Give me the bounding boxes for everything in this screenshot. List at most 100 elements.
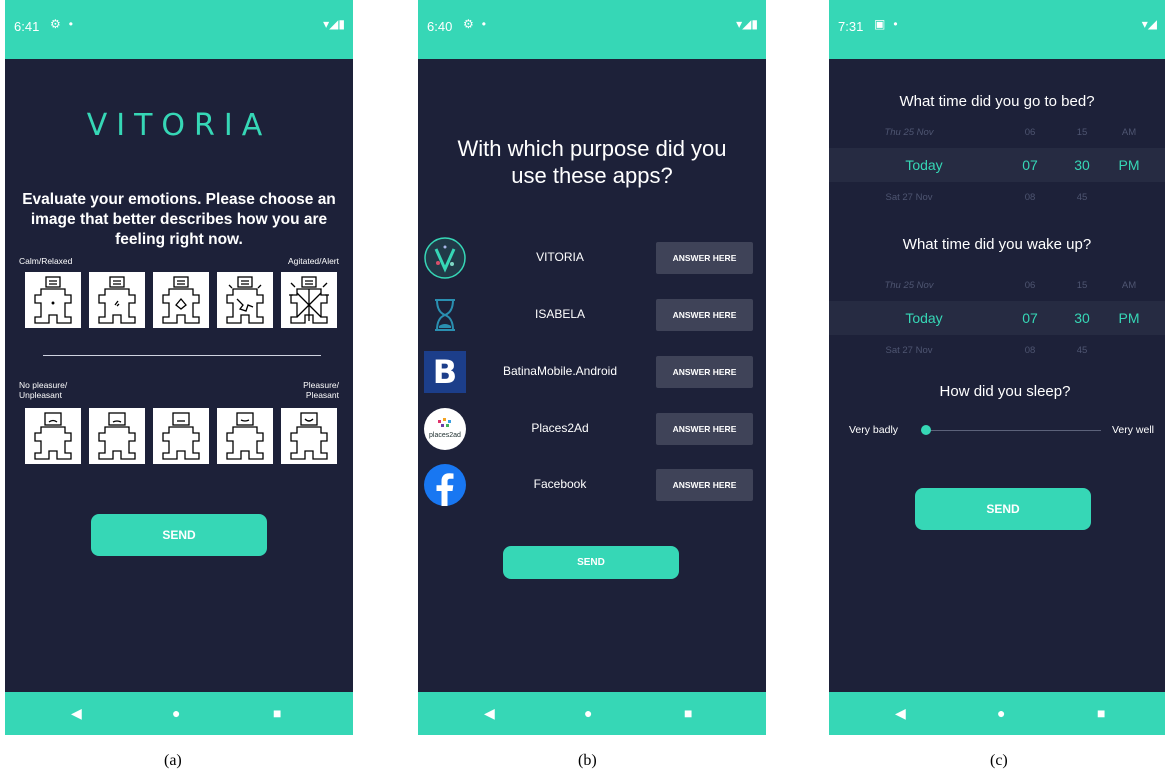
valence-option-1[interactable]: [25, 408, 81, 464]
letter-b-glyph: B: [432, 353, 458, 391]
sleep-slider-thumb[interactable]: [921, 425, 931, 435]
status-time: 7:31: [838, 19, 864, 34]
picker-ampm: PM: [1118, 157, 1140, 173]
home-icon[interactable]: ●: [997, 706, 1005, 720]
back-icon[interactable]: ◀: [71, 706, 82, 720]
wake-question: What time did you wake up?: [902, 236, 1092, 253]
phone-a: 6:41 ⚙• ▾◢▮ VITORIA Evaluate your emotio…: [5, 0, 353, 735]
picker-row-next: Sat 27 Nov 08 45: [829, 335, 1165, 369]
phone-b: 6:40 ⚙• ▾◢▮ With which purpose did you u…: [418, 0, 766, 735]
picker-minute: 15: [1076, 127, 1088, 138]
settings-icon: ⚙•: [463, 17, 494, 31]
picker-row-prev: Thu 25 Nov 06 15 AM: [829, 116, 1165, 150]
valence-high-label: Pleasure/ Pleasant: [303, 380, 339, 400]
slider-min-label: Very badly: [849, 424, 899, 436]
status-bar: 6:40 ⚙• ▾◢▮: [418, 0, 766, 59]
instruction-text: Evaluate your emotions. Please choose an…: [22, 191, 336, 248]
sam-figure-icon: [162, 412, 200, 460]
back-icon[interactable]: ◀: [895, 706, 906, 720]
recents-icon[interactable]: ■: [273, 706, 281, 720]
status-bar: 7:31 ▣• ▾◢: [829, 0, 1165, 59]
home-icon[interactable]: ●: [172, 706, 180, 720]
answer-here-button[interactable]: ANSWER HERE: [656, 413, 753, 445]
valence-low-label: No pleasure/ Unpleasant: [19, 380, 68, 400]
app-row: places2ad Places2Ad ANSWER HERE: [418, 406, 766, 452]
send-button[interactable]: SEND: [91, 514, 267, 556]
nav-bar: ◀ ● ■: [418, 692, 766, 735]
arousal-low-label: Calm/Relaxed: [19, 256, 73, 266]
wake-time-picker[interactable]: Thu 25 Nov 06 15 AM Today 07 30 PM Sat 2…: [829, 269, 1165, 363]
back-icon[interactable]: ◀: [484, 706, 495, 720]
picker-hour: 06: [1024, 280, 1036, 291]
picker-ampm: PM: [1118, 310, 1140, 326]
sam-figure-icon: [98, 412, 136, 460]
signal-battery-icon: ▾◢: [1141, 17, 1157, 31]
app-row: B BatinaMobile.Android ANSWER HERE: [418, 349, 766, 395]
send-button[interactable]: SEND: [915, 488, 1091, 530]
sam-figure-icon: [226, 276, 264, 324]
arousal-scale: [25, 272, 337, 328]
picker-minute: 45: [1076, 345, 1088, 356]
picker-ampm: AM: [1121, 127, 1137, 138]
letter-b-app-icon: B: [424, 351, 466, 393]
status-time: 6:40: [427, 19, 453, 34]
facebook-app-icon: [424, 464, 466, 506]
signal-battery-icon: ▾◢▮: [736, 17, 758, 31]
app-name: VITORIA: [536, 250, 584, 264]
sam-figure-icon: [162, 276, 200, 324]
picker-day: Today: [905, 157, 943, 173]
arousal-option-3[interactable]: [153, 272, 209, 328]
sam-figure-icon: [290, 412, 328, 460]
answer-here-button[interactable]: ANSWER HERE: [656, 356, 753, 388]
home-icon[interactable]: ●: [584, 706, 592, 720]
picker-day: Today: [905, 310, 943, 326]
valence-scale: [25, 408, 337, 464]
answer-here-button[interactable]: ANSWER HERE: [656, 469, 753, 501]
picker-day: Thu 25 Nov: [884, 280, 934, 291]
arousal-high-label: Agitated/Alert: [287, 256, 339, 266]
picker-hour: 08: [1024, 192, 1036, 203]
valence-option-4[interactable]: [217, 408, 273, 464]
answer-here-button[interactable]: ANSWER HERE: [656, 242, 753, 274]
caption-b: (b): [578, 752, 597, 769]
page-title: With which purpose did you use these app…: [457, 136, 727, 188]
app-title: VITORIA: [86, 108, 272, 143]
picker-day: Sat 27 Nov: [885, 192, 933, 203]
recents-icon[interactable]: ■: [1097, 706, 1105, 720]
valence-option-2[interactable]: [89, 408, 145, 464]
arousal-option-2[interactable]: [89, 272, 145, 328]
sam-figure-icon: [34, 412, 72, 460]
sam-figure-icon: [226, 412, 264, 460]
bed-time-picker[interactable]: Thu 25 Nov 06 15 AM Today 07 30 PM Sat 2…: [829, 116, 1165, 210]
app-name: BatinaMobile.Android: [502, 364, 618, 378]
vitoria-app-icon: [424, 237, 466, 279]
send-button[interactable]: SEND: [503, 546, 679, 579]
valence-option-3[interactable]: [153, 408, 209, 464]
scale-divider: [43, 355, 321, 356]
app-row: VITORIA ANSWER HERE: [418, 235, 766, 281]
sleep-question: How did you sleep?: [939, 383, 1071, 400]
bed-question: What time did you go to bed?: [899, 93, 1095, 110]
arousal-option-1[interactable]: [25, 272, 81, 328]
picker-minute: 15: [1076, 280, 1088, 291]
sleep-slider-track[interactable]: [921, 430, 1101, 431]
picker-minute: 30: [1074, 157, 1090, 173]
valence-option-5[interactable]: [281, 408, 337, 464]
nav-bar: ◀ ● ■: [5, 692, 353, 735]
places2ad-app-icon: places2ad: [424, 408, 466, 450]
picker-minute: 30: [1074, 310, 1090, 326]
answer-here-button[interactable]: ANSWER HERE: [656, 299, 753, 331]
hourglass-app-icon: [424, 294, 466, 336]
picker-row-selected: Today 07 30 PM: [829, 148, 1165, 182]
picker-hour: 07: [1022, 310, 1038, 326]
picker-row-selected: Today 07 30 PM: [829, 301, 1165, 335]
status-time: 6:41: [14, 19, 40, 34]
arousal-option-4[interactable]: [217, 272, 273, 328]
status-bar: 6:41 ⚙• ▾◢▮: [5, 0, 353, 59]
sam-figure-icon: [289, 276, 329, 324]
nav-bar: ◀ ● ■: [829, 692, 1165, 735]
app-row: ISABELA ANSWER HERE: [418, 292, 766, 338]
arousal-option-5[interactable]: [281, 272, 337, 328]
picker-day: Sat 27 Nov: [885, 345, 933, 356]
recents-icon[interactable]: ■: [684, 706, 692, 720]
